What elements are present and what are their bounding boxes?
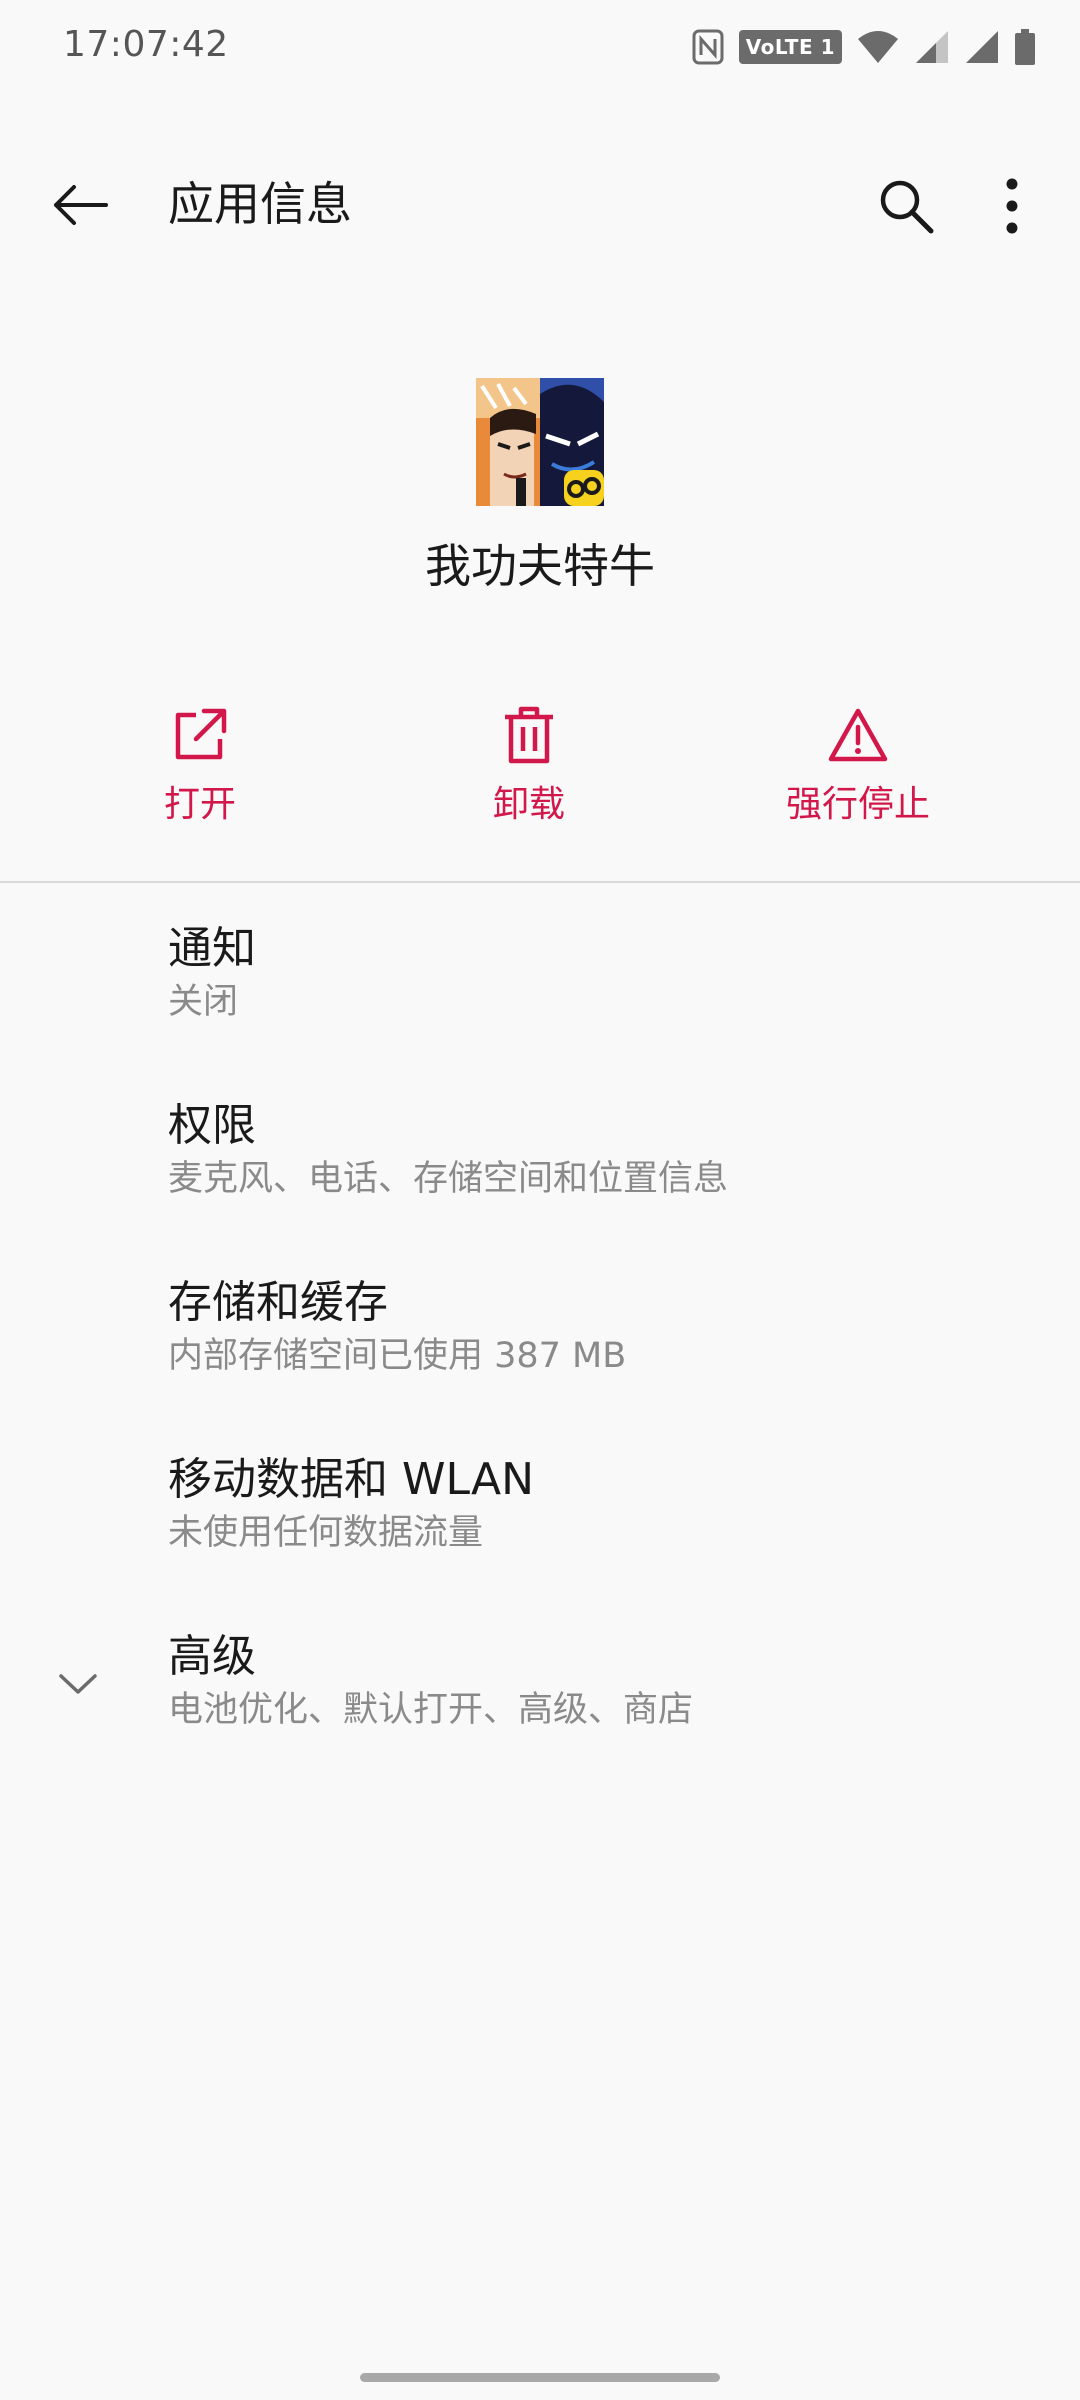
item-title: 高级 xyxy=(168,1631,256,1682)
trash-icon xyxy=(494,700,564,770)
gesture-bar[interactable] xyxy=(360,2373,720,2382)
open-external-icon xyxy=(165,700,235,770)
notifications-item[interactable]: 通知 关闭 xyxy=(0,920,1080,1096)
nfc-icon xyxy=(691,28,725,66)
status-icons: VoLTE 1 xyxy=(691,24,1036,70)
item-title: 通知 xyxy=(168,923,256,974)
status-bar: 17:07:42 VoLTE 1 xyxy=(0,0,1080,92)
app-name: 我功夫特牛 xyxy=(425,539,655,593)
back-button[interactable] xyxy=(40,172,120,238)
advanced-item[interactable]: 高级 电池优化、默认打开、高级、商店 xyxy=(0,1628,1080,1804)
wifi-icon xyxy=(856,29,900,65)
storage-cache-item[interactable]: 存储和缓存 内部存储空间已使用 387 MB xyxy=(0,1274,1080,1450)
open-button[interactable]: 打开 xyxy=(90,700,310,840)
more-options-button[interactable] xyxy=(972,168,1052,244)
more-vert-icon xyxy=(1006,178,1018,234)
item-summary: 未使用任何数据流量 xyxy=(168,1513,484,1553)
volte-icon: VoLTE 1 xyxy=(738,30,842,64)
search-icon xyxy=(880,180,934,234)
item-summary: 电池优化、默认打开、高级、商店 xyxy=(168,1690,694,1730)
uninstall-label: 卸载 xyxy=(492,784,565,825)
signal-icon-1 xyxy=(914,29,950,65)
mobile-data-wlan-item[interactable]: 移动数据和 WLAN 未使用任何数据流量 xyxy=(0,1451,1080,1627)
app-icon xyxy=(476,378,604,506)
item-title: 权限 xyxy=(168,1100,256,1151)
page-title: 应用信息 xyxy=(168,177,352,231)
force-stop-label: 强行停止 xyxy=(785,784,930,825)
force-stop-button[interactable]: 强行停止 xyxy=(748,700,968,840)
action-bar: 打开 卸载 强行停止 xyxy=(0,700,1080,840)
item-summary: 关闭 xyxy=(168,982,239,1022)
toolbar: 应用信息 xyxy=(0,150,1080,260)
permissions-item[interactable]: 权限 麦克风、电话、存储空间和位置信息 xyxy=(0,1097,1080,1273)
item-summary: 麦克风、电话、存储空间和位置信息 xyxy=(168,1159,729,1199)
arrow-left-icon xyxy=(54,185,108,225)
item-title: 存储和缓存 xyxy=(168,1277,388,1328)
chevron-down-icon xyxy=(52,1658,104,1710)
warning-icon xyxy=(823,700,893,770)
status-time: 17:07:42 xyxy=(63,24,229,65)
uninstall-button[interactable]: 卸载 xyxy=(419,700,639,840)
open-label: 打开 xyxy=(163,784,236,825)
signal-icon-2 xyxy=(964,29,1000,65)
search-button[interactable] xyxy=(866,168,946,244)
divider xyxy=(0,881,1080,883)
app-info-screen: 17:07:42 VoLTE 1 应用信息 我功夫特牛 打开 卸载 强行停止 通… xyxy=(0,0,1080,2400)
item-summary: 内部存储空间已使用 387 MB xyxy=(168,1336,627,1376)
item-title: 移动数据和 WLAN xyxy=(168,1454,535,1505)
battery-icon xyxy=(1014,28,1036,66)
